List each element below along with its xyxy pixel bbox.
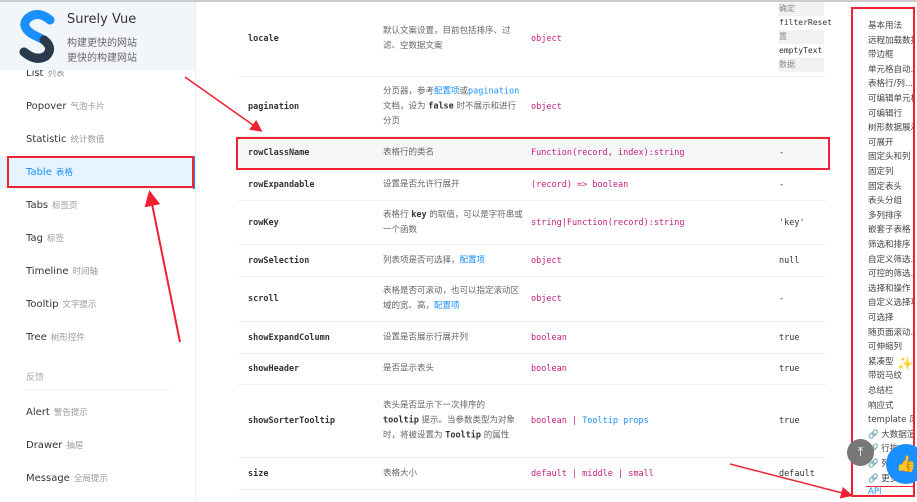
logo-icon — [19, 10, 55, 63]
brand-title: Surely Vue — [67, 12, 137, 27]
thumbs-up-icon: 👍 — [896, 454, 916, 473]
back-to-top-button[interactable]: ⤒ — [847, 439, 874, 466]
magic-wand-icon[interactable]: ✨ — [897, 357, 913, 372]
brand-subtitle: 更快的构建网站 — [67, 53, 137, 64]
annotation-arrows — [144, 76, 853, 499]
brand-subtitle: 构建更快的网站 — [67, 38, 137, 49]
arrow-up-icon: ⤒ — [857, 445, 864, 460]
brand[interactable]: Surely Vue 构建更快的网站 更快的构建网站 — [0, 2, 195, 70]
